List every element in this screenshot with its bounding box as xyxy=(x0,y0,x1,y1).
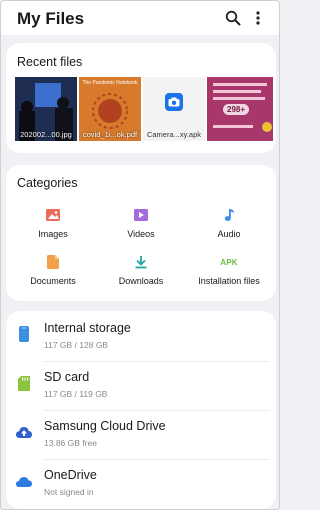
recent-files-title[interactable]: Recent files xyxy=(17,55,82,69)
recent-files-card: Recent files 202002...00.jpg The Pandemi… xyxy=(6,43,276,153)
document-icon xyxy=(45,254,61,270)
category-documents[interactable]: Documents xyxy=(9,254,97,300)
app-header: My Files xyxy=(1,1,279,35)
apk-icon: APK xyxy=(220,257,238,267)
phone-icon xyxy=(16,325,32,343)
recent-file-thumbnail[interactable]: 202002...00.jpg xyxy=(15,77,77,141)
storage-samsung-cloud[interactable]: Samsung Cloud Drive 13.86 GB free xyxy=(6,411,276,459)
categories-title: Categories xyxy=(17,176,78,190)
storage-name: OneDrive xyxy=(44,468,97,482)
audio-icon xyxy=(221,207,237,223)
more-vert-icon[interactable] xyxy=(248,8,268,28)
storage-name: SD card xyxy=(44,370,90,384)
category-label: Documents xyxy=(30,276,76,286)
category-images[interactable]: Images xyxy=(9,207,97,253)
storage-onedrive[interactable]: OneDrive Not signed in xyxy=(6,460,276,508)
storage-detail: 13.86 GB free xyxy=(44,438,97,448)
my-files-screen: My Files Recent files 202002...00.jpg Th… xyxy=(0,0,280,510)
category-label: Audio xyxy=(217,229,241,239)
recent-files-list: 202002...00.jpg The Pandemic Notebook co… xyxy=(15,77,273,141)
storage-name: Internal storage xyxy=(44,321,131,335)
storage-detail: Not signed in xyxy=(44,487,94,497)
pdf-thumbnail-title: The Pandemic Notebook xyxy=(82,80,138,86)
category-downloads[interactable]: Downloads xyxy=(97,254,185,300)
video-icon xyxy=(133,207,149,223)
cloud-upload-icon xyxy=(16,423,32,441)
storage-internal[interactable]: Internal storage 117 GB / 128 GB xyxy=(6,313,276,361)
recent-file-thumbnail[interactable]: 298+ xyxy=(207,77,273,141)
recent-file-thumbnail[interactable]: The Pandemic Notebook covid_1i...ok.pdf xyxy=(79,77,141,141)
page-title: My Files xyxy=(17,9,85,28)
recent-file-thumbnail[interactable]: Camera...xy.apk xyxy=(143,77,205,141)
storage-card: Internal storage 117 GB / 128 GB SD card… xyxy=(6,311,276,509)
storage-sd-card[interactable]: SD card 117 GB / 119 GB xyxy=(6,362,276,410)
image-icon xyxy=(45,207,61,223)
category-label: Installation files xyxy=(198,276,260,286)
recent-file-caption: 202002...00.jpg xyxy=(20,130,72,139)
category-label: Images xyxy=(38,229,68,239)
storage-detail: 117 GB / 128 GB xyxy=(44,340,109,350)
category-audio[interactable]: Audio xyxy=(185,207,273,253)
recent-file-caption: covid_1i...ok.pdf xyxy=(82,130,138,139)
categories-card: Categories Images Videos Audio Documents… xyxy=(6,165,276,301)
category-videos[interactable]: Videos xyxy=(97,207,185,253)
camera-app-icon xyxy=(165,93,183,111)
category-label: Videos xyxy=(127,229,155,239)
sd-card-icon xyxy=(16,374,32,392)
search-icon[interactable] xyxy=(223,8,243,28)
download-icon xyxy=(133,254,149,270)
storage-name: Samsung Cloud Drive xyxy=(44,419,166,433)
onedrive-icon xyxy=(16,472,32,490)
category-label: Downloads xyxy=(118,276,164,286)
category-installation-files[interactable]: APK Installation files xyxy=(185,254,273,300)
recent-file-caption: Camera...xy.apk xyxy=(146,130,202,139)
storage-detail: 117 GB / 119 GB xyxy=(44,389,108,399)
image-thumbnail-badge: 298+ xyxy=(223,104,250,115)
